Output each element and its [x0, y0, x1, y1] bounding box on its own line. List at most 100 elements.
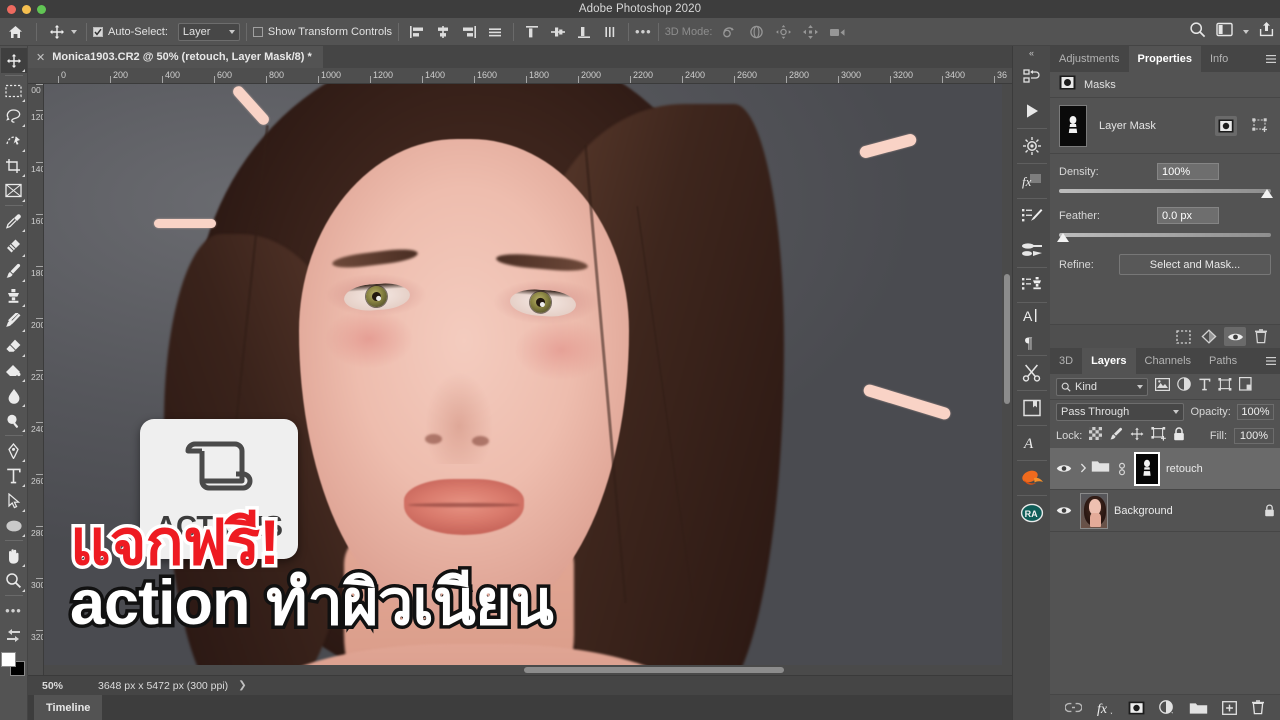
align-right-edges-icon[interactable]: [461, 25, 477, 39]
filter-pixel-icon[interactable]: [1155, 377, 1171, 396]
select-and-mask-button[interactable]: Select and Mask...: [1119, 254, 1271, 275]
color-wheel-icon[interactable]: [1013, 129, 1051, 163]
layer-visibility-toggle[interactable]: [1054, 463, 1074, 474]
spot-healing-brush-tool[interactable]: [1, 233, 27, 258]
tab-properties[interactable]: Properties: [1128, 46, 1201, 72]
color-swatches[interactable]: [0, 652, 27, 678]
distribute-left-edges-icon[interactable]: [602, 25, 618, 39]
slider-knob[interactable]: [1261, 189, 1273, 198]
opacity-value-field[interactable]: 100%: [1236, 404, 1274, 420]
new-layer-icon[interactable]: [1222, 700, 1237, 715]
canvas-area[interactable]: 0 200 400 600 800 1000 1200 1400 1600 18…: [28, 68, 1012, 675]
rectangular-marquee-tool[interactable]: [1, 78, 27, 103]
auto-select-dropdown[interactable]: Layer: [177, 22, 240, 41]
document-canvas[interactable]: ACTIONS แจกฟรี! action ทำผิวเนียน: [44, 84, 1012, 675]
zoom-tool[interactable]: [1, 568, 27, 593]
filter-shape-icon[interactable]: [1218, 377, 1232, 396]
document-info[interactable]: 3648 px x 5472 px (300 ppi) ❯: [86, 680, 247, 692]
brush-presets-icon[interactable]: [1013, 233, 1051, 267]
chevron-right-icon[interactable]: [1080, 460, 1087, 478]
tab-timeline[interactable]: Timeline: [34, 695, 103, 720]
libraries-icon[interactable]: [1013, 391, 1051, 425]
distribute-vertical-centers-icon[interactable]: [550, 25, 566, 39]
ellipse-tool[interactable]: [1, 513, 27, 538]
load-selection-icon[interactable]: [1172, 327, 1194, 346]
lock-position-icon[interactable]: [1130, 427, 1144, 446]
table-row[interactable]: Background: [1050, 490, 1280, 532]
distribute-bottom-edges-icon[interactable]: [576, 25, 592, 39]
orange-plugin-icon[interactable]: [1013, 461, 1051, 495]
object-selection-tool[interactable]: [1, 128, 27, 153]
brush-settings-icon[interactable]: [1013, 199, 1051, 233]
move-tool[interactable]: [0, 48, 27, 73]
panel-menu-icon[interactable]: [1265, 348, 1277, 374]
edit-toolbar-tool[interactable]: •••: [1, 598, 27, 623]
layer-visibility-toggle[interactable]: [1054, 505, 1074, 516]
options-bar-right-tools[interactable]: [1189, 21, 1274, 43]
show-transform-controls-group[interactable]: Show Transform Controls: [252, 18, 392, 46]
horizontal-type-tool[interactable]: [1, 463, 27, 488]
pen-tool[interactable]: [1, 438, 27, 463]
feather-slider[interactable]: [1057, 231, 1271, 242]
foreground-color-swatch[interactable]: [0, 652, 16, 667]
double-chevron-left-icon[interactable]: «: [1013, 46, 1051, 60]
filter-adjustment-icon[interactable]: [1177, 377, 1191, 396]
new-adjustment-layer-icon[interactable]: [1159, 700, 1175, 715]
layer-group-toggle[interactable]: [1080, 459, 1110, 478]
history-brush-tool[interactable]: [1, 308, 27, 333]
clone-stamp-tool[interactable]: [1, 283, 27, 308]
link-layers-icon[interactable]: [1065, 702, 1082, 713]
fill-value-field[interactable]: 100%: [1234, 428, 1274, 444]
zoom-level-field[interactable]: 50%: [28, 680, 86, 692]
tab-channels[interactable]: Channels: [1136, 348, 1200, 374]
layer-mask-thumbnail[interactable]: [1059, 104, 1087, 147]
layer-mask-thumbnail[interactable]: [1134, 451, 1160, 486]
more-options-button[interactable]: •••: [635, 25, 652, 38]
align-top-edges-icon[interactable]: [487, 25, 503, 39]
canvas-horizontal-scrollbar[interactable]: [44, 665, 1002, 675]
quick-mask-tool[interactable]: [1, 623, 27, 648]
lock-icon[interactable]: [1258, 504, 1280, 517]
history-icon[interactable]: [1013, 60, 1051, 94]
tool-preset-chevron-down-icon[interactable]: [71, 29, 77, 34]
canvas-vertical-scrollbar[interactable]: [1002, 84, 1012, 675]
density-value-field[interactable]: 100%: [1157, 163, 1219, 180]
chevron-right-icon[interactable]: ❯: [238, 680, 246, 691]
align-icon-group[interactable]: [405, 25, 507, 39]
gradient-tool[interactable]: [1, 358, 27, 383]
distribute-icon-group[interactable]: [520, 25, 622, 39]
add-layer-mask-icon[interactable]: [1128, 701, 1145, 715]
dodge-tool[interactable]: [1, 408, 27, 433]
slider-knob[interactable]: [1057, 233, 1069, 242]
apply-mask-icon[interactable]: [1198, 327, 1220, 346]
density-slider[interactable]: [1059, 187, 1273, 198]
active-tool-selector[interactable]: [43, 21, 80, 42]
move-tool-icon[interactable]: [46, 21, 68, 42]
character-icon[interactable]: A: [1013, 303, 1051, 329]
tab-layers[interactable]: Layers: [1082, 348, 1136, 374]
auto-select-group[interactable]: Auto-Select: Layer: [93, 18, 240, 46]
align-horizontal-centers-icon[interactable]: [435, 25, 451, 39]
close-icon[interactable]: ✕: [36, 51, 45, 64]
link-layers-icon[interactable]: [1116, 461, 1128, 477]
blur-tool[interactable]: [1, 383, 27, 408]
ra-plugin-icon[interactable]: RA: [1013, 496, 1051, 530]
lock-all-icon[interactable]: [1173, 426, 1185, 446]
layer-styles-fx-icon[interactable]: fx: [1013, 164, 1051, 198]
tab-info[interactable]: Info: [1201, 46, 1237, 72]
lock-image-pixels-icon[interactable]: [1109, 427, 1123, 446]
scrollbar-thumb[interactable]: [524, 667, 784, 673]
tab-3d[interactable]: 3D: [1050, 348, 1082, 374]
panel-menu-icon[interactable]: [1265, 46, 1277, 72]
distribute-top-edges-icon[interactable]: [524, 25, 540, 39]
workspace-icon[interactable]: [1216, 22, 1233, 42]
filter-type-icon[interactable]: [1198, 378, 1211, 396]
crop-tool[interactable]: [1, 153, 27, 178]
brush-tool[interactable]: [1, 258, 27, 283]
add-layer-style-fx-icon[interactable]: fx: [1096, 700, 1114, 716]
layer-mask-row[interactable]: Layer Mask: [1050, 98, 1280, 154]
home-icon[interactable]: [0, 25, 30, 39]
pixel-mask-button-icon[interactable]: [1215, 115, 1237, 136]
search-icon[interactable]: [1189, 21, 1206, 43]
lock-transparent-pixels-icon[interactable]: [1089, 427, 1103, 445]
